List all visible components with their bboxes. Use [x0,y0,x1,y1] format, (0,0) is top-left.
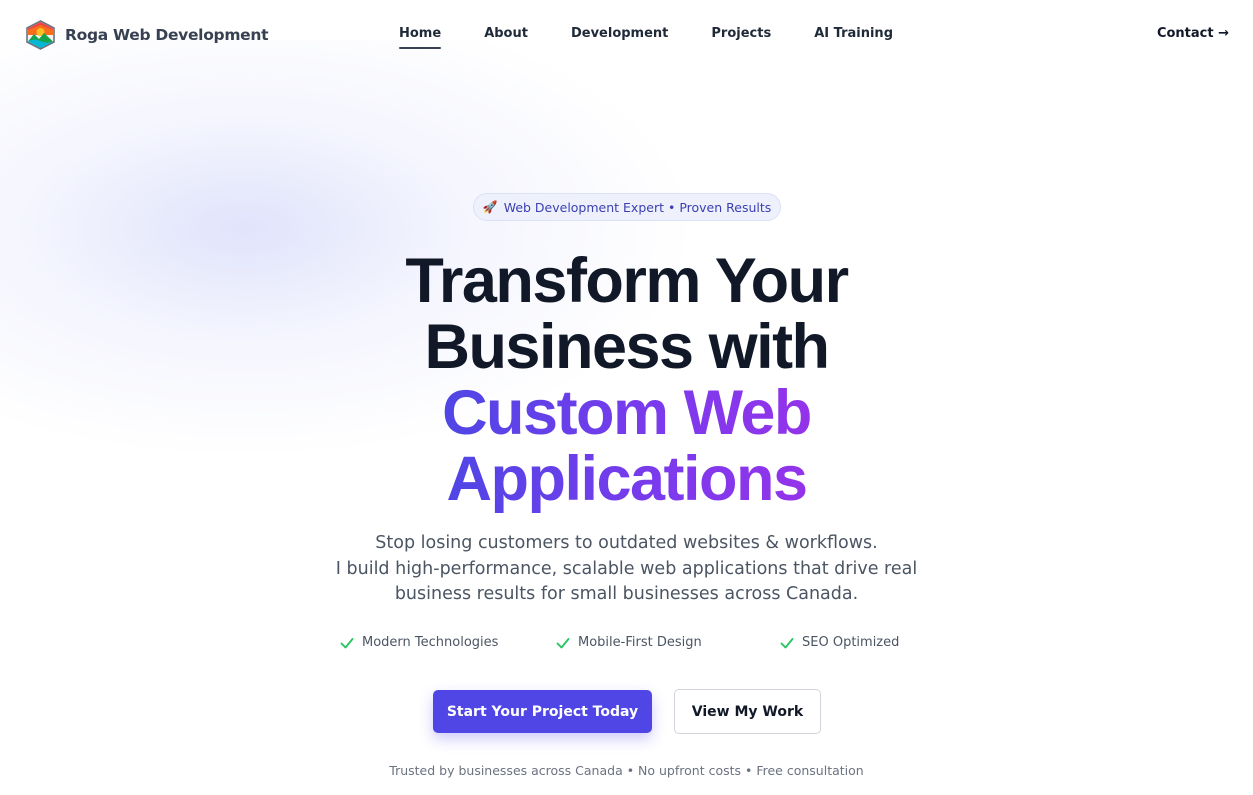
subtitle-line-3: business results for small businesses ac… [394,584,859,604]
check-icon [780,637,794,648]
feature-label: SEO Optimized [802,635,900,650]
view-work-button[interactable]: View My Work [674,689,821,734]
mountain-sun-hexagon-logo-icon [26,20,55,50]
headline-line-2: Business with [424,312,830,382]
subtitle-line-1: Stop losing customers to outdated websit… [375,533,878,553]
feature-label: Modern Technologies [362,635,499,650]
nav-link-development[interactable]: Development [571,26,668,47]
headline-line-4: Applications [446,444,808,514]
feature-item: Mobile-First Design [556,635,702,650]
top-navigation: Roga Web Development Home About Developm… [0,0,1253,68]
nav-link-ai-training[interactable]: AI Training [814,26,893,47]
hero-subtitle: Stop losing customers to outdated websit… [0,531,1253,608]
nav-contact-link[interactable]: Contact → [1157,26,1229,41]
main-nav: Home About Development Projects AI Train… [399,26,936,49]
start-project-button[interactable]: Start Your Project Today [433,690,652,733]
brand-home-link[interactable]: Roga Web Development [25,20,269,50]
check-icon [556,637,570,648]
feature-list: Modern Technologies Mobile-First Design … [0,635,1253,655]
headline-line-3: Custom Web [442,378,812,448]
nav-link-home[interactable]: Home [399,26,442,49]
nav-link-about[interactable]: About [484,26,528,47]
check-icon [340,637,354,648]
feature-label: Mobile-First Design [578,635,702,650]
badge-text: Web Development Expert • Proven Results [503,199,772,215]
subtitle-line-2: I build high-performance, scalable web a… [335,558,918,579]
headline-line-1: Transform Your [405,246,849,316]
feature-item: SEO Optimized [780,635,899,650]
brand-name: Roga Web Development [65,26,269,44]
trust-text: Trusted by businesses across Canada • No… [389,763,864,778]
rocket-icon: 🚀 [482,200,498,214]
nav-link-projects[interactable]: Projects [711,26,771,47]
feature-item: Modern Technologies [340,635,498,650]
hero-headline: Transform Your Business with Custom Web … [0,248,1253,512]
hero-badge: 🚀 Web Development Expert • Proven Result… [473,193,781,221]
